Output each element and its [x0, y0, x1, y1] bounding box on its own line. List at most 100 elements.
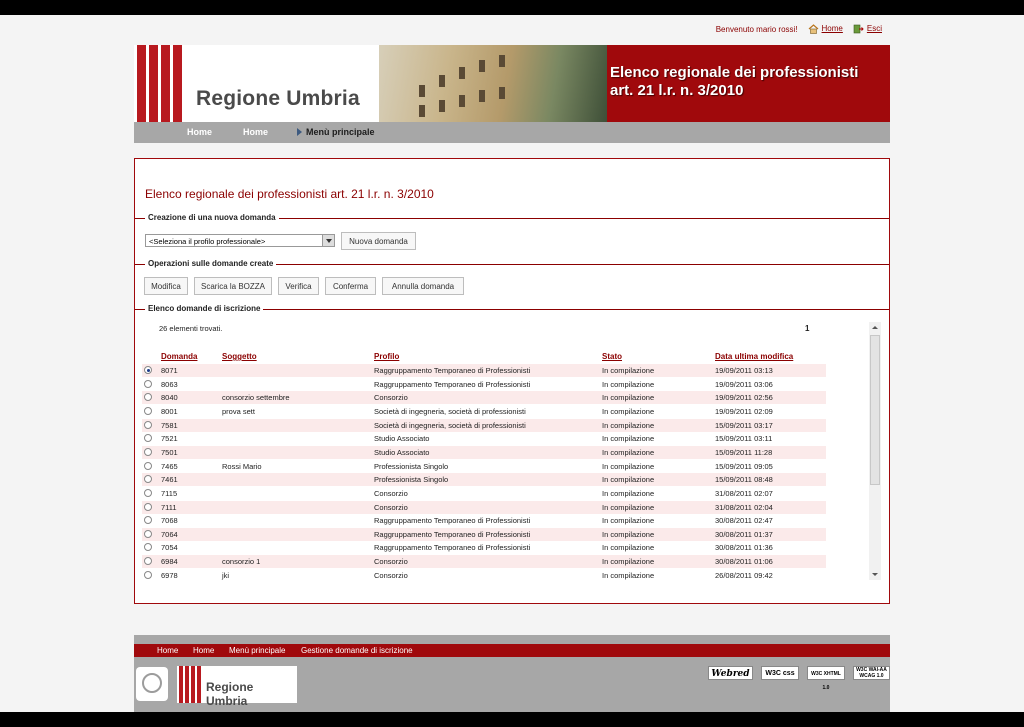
row-radio-button[interactable]	[144, 529, 152, 538]
w3c-css-badge[interactable]: W3C css	[761, 666, 799, 680]
footer-nav-manage[interactable]: Gestione domande di iscrizione	[301, 646, 413, 655]
table-row[interactable]: 8001 prova sett Società di ingegneria, soc…	[142, 405, 826, 418]
footer-nav-home-1[interactable]: Home	[157, 646, 178, 655]
cell-profilo: Raggruppamento Temporaneo di Professioni…	[374, 366, 531, 375]
cell-data: 30/08/2011 02:47	[715, 516, 773, 526]
new-application-button[interactable]: Nuova domanda	[341, 232, 416, 250]
cell-data: 15/09/2011 03:17	[715, 420, 773, 430]
row-radio-button[interactable]	[144, 543, 152, 552]
row-radio-button[interactable]	[144, 475, 152, 484]
col-header-profilo[interactable]: Profilo	[374, 352, 399, 361]
cancel-application-button[interactable]: Annulla domanda	[382, 277, 464, 295]
footer-region-name: Regione Umbria	[206, 680, 254, 708]
table-row[interactable]: 8071 Raggruppamento Temporaneo di Profess…	[142, 364, 826, 377]
cell-stato: In compilazione	[602, 529, 655, 539]
row-radio-button[interactable]	[144, 461, 152, 470]
cell-profilo: Consorzio	[374, 557, 408, 567]
table-row[interactable]: 7111 Consorzio In compilazione 31/08/2011 0…	[142, 500, 826, 514]
cell-domanda: 7465	[161, 461, 178, 471]
table-row[interactable]: 7068 Raggruppamento Temporaneo di Profess…	[142, 514, 826, 527]
page-number[interactable]: 1	[805, 324, 809, 333]
exit-icon	[853, 24, 864, 34]
page: Benvenuto mario rossi! Home Esci Regione…	[0, 15, 1024, 712]
row-radio-button[interactable]	[144, 447, 152, 456]
table-row[interactable]: 7501 Studio Associato In compilazione 15/09…	[142, 445, 826, 459]
table-scrollbar[interactable]	[869, 322, 881, 580]
cell-stato: In compilazione	[602, 393, 655, 403]
section-ops-title: Operazioni sulle domande create	[145, 259, 277, 268]
table-row[interactable]: 7465 Rossi Mario Professionista Singolo In …	[142, 460, 826, 473]
row-radio-button[interactable]	[144, 502, 152, 511]
nav-home-1[interactable]: Home	[187, 127, 212, 137]
cell-soggetto: jki	[222, 570, 230, 580]
cell-profilo: Raggruppamento Temporaneo di Professioni…	[374, 529, 531, 539]
webred-badge[interactable]: Webred	[708, 666, 753, 680]
footer-nav-home-2[interactable]: Home	[193, 646, 214, 655]
table-row[interactable]: 7064 Raggruppamento Temporaneo di Profess…	[142, 527, 826, 541]
cell-profilo: Studio Associato	[374, 447, 430, 457]
nav-arrow-icon	[297, 128, 302, 136]
cell-domanda: 7054	[161, 543, 178, 553]
col-header-stato[interactable]: Stato	[602, 352, 622, 361]
table-row[interactable]: 8063 Raggruppamento Temporaneo di Profess…	[142, 378, 826, 391]
header-banner: Elenco regionale dei professionisti art.…	[607, 45, 890, 122]
table-row[interactable]: 7115 Consorzio In compilazione 31/08/2011 0…	[142, 487, 826, 500]
table-row[interactable]: 7581 Società di ingegneria, società di pr…	[142, 418, 826, 432]
section-new-divider: Creazione di una nuova domanda	[135, 213, 889, 222]
table-row[interactable]: 7054 Raggruppamento Temporaneo di Profess…	[142, 541, 826, 554]
table-row[interactable]: 7521 Studio Associato In compilazione 15/09…	[142, 432, 826, 445]
row-radio-button[interactable]	[144, 557, 152, 566]
nav-home-2[interactable]: Home	[243, 127, 268, 137]
home-link[interactable]: Home	[822, 24, 843, 33]
row-radio-button[interactable]	[144, 406, 152, 415]
page-title: Elenco regionale dei professionisti art.…	[145, 187, 434, 201]
row-radio-button[interactable]	[144, 366, 152, 374]
table-row[interactable]: 7461 Professionista Singolo In compilazion…	[142, 473, 826, 487]
exit-link[interactable]: Esci	[867, 24, 882, 33]
top-nav: Home Home Menù principale	[134, 122, 890, 143]
cell-data: 26/08/2011 09:42	[715, 570, 773, 580]
col-header-soggetto[interactable]: Soggetto	[222, 352, 257, 361]
home-link-wrap[interactable]: Home	[808, 24, 843, 34]
row-radio-button[interactable]	[144, 570, 152, 579]
scroll-thumb[interactable]	[870, 335, 880, 485]
row-radio-button[interactable]	[144, 393, 152, 402]
exit-link-wrap[interactable]: Esci	[853, 24, 882, 34]
col-header-domanda[interactable]: Domanda	[161, 352, 197, 361]
cell-stato: In compilazione	[602, 434, 655, 444]
w3c-wai-badge[interactable]: W3C WAI-AA WCAG 1.0	[853, 666, 890, 680]
row-radio-button[interactable]	[144, 434, 152, 443]
home-icon	[808, 24, 818, 34]
cell-stato: In compilazione	[602, 502, 655, 512]
cell-data: 19/09/2011 03:13	[715, 366, 773, 375]
modify-button[interactable]: Modifica	[144, 277, 188, 295]
cell-profilo: Società di ingegneria, società di profes…	[374, 406, 526, 416]
cell-data: 31/08/2011 02:04	[715, 502, 773, 512]
cell-profilo: Consorzio	[374, 570, 408, 580]
confirm-button[interactable]: Conferma	[325, 277, 376, 295]
welcome-text: Benvenuto mario rossi!	[715, 24, 798, 34]
verify-button[interactable]: Verifica	[278, 277, 319, 295]
dropdown-arrow-icon[interactable]	[322, 235, 334, 246]
table-row[interactable]: 6984 consorzio 1 Consorzio In compilazione 3…	[142, 555, 826, 569]
w3c-xhtml-badge[interactable]: W3C XHTML 1.0	[807, 666, 845, 691]
scroll-down-icon[interactable]	[872, 573, 878, 576]
cell-data: 15/09/2011 11:28	[715, 447, 773, 457]
row-radio-button[interactable]	[144, 516, 152, 525]
cell-data: 19/09/2011 02:56	[715, 393, 773, 403]
row-radio-button[interactable]	[144, 488, 152, 497]
table-row[interactable]: 6978 jki Consorzio In compilazione 26/08/201…	[142, 569, 826, 582]
footer-logo: Regione Umbria	[177, 666, 297, 708]
download-draft-button[interactable]: Scarica la BOZZA	[194, 277, 272, 295]
table-row[interactable]: 8040 consorzio settembre Consorzio In compi…	[142, 391, 826, 405]
scroll-up-icon[interactable]	[872, 326, 878, 329]
nav-main-menu[interactable]: Menù principale	[306, 127, 375, 137]
cell-domanda: 7501	[161, 447, 178, 457]
row-radio-button[interactable]	[144, 420, 152, 429]
cell-data: 30/08/2011 01:37	[715, 529, 773, 539]
profile-select[interactable]: <Seleziona il profilo professionale>	[145, 234, 335, 247]
cell-domanda: 7521	[161, 434, 178, 444]
row-radio-button[interactable]	[144, 379, 152, 388]
footer-nav-main-menu[interactable]: Menù principale	[229, 646, 285, 655]
col-header-data[interactable]: Data ultima modifica	[715, 352, 793, 361]
